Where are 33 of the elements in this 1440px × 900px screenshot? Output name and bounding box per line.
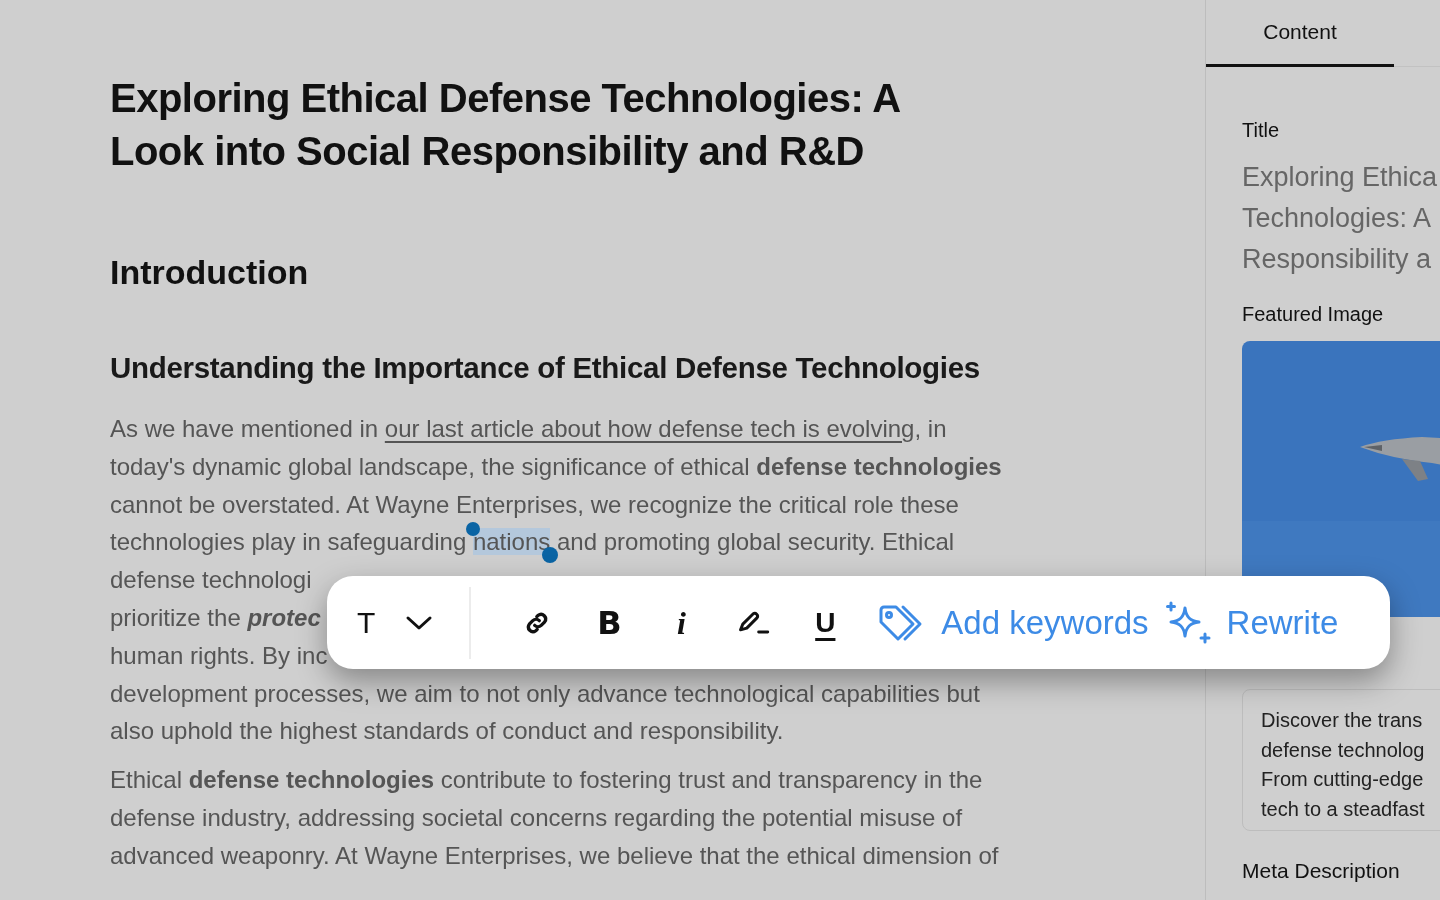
excerpt-line: defense technolog: [1261, 737, 1426, 763]
bold-button[interactable]: B: [589, 592, 630, 653]
paragraph-line: technologies play in safeguarding nations and promoting global security. Ethical: [110, 523, 955, 562]
title-value-line: Responsibility a: [1242, 243, 1433, 276]
paragraph-line: also uphold the highest standards of conduct and responsibility.: [110, 716, 784, 747]
field-label: Meta Description: [1242, 858, 1401, 884]
paragraph-line: cannot be overstated. At Wayne Enterprises, we recognize the critical role these: [110, 489, 959, 520]
sparkles-icon: [1164, 599, 1213, 646]
paragraph-line: advanced weaponry. At Wayne Enterprises, we believe that the ethical dimension of: [110, 840, 999, 871]
paragraph-line: defense industry, addressing societal concerns regarding the potential misuse of: [110, 802, 963, 833]
paragraph-line: development processes, we aim to not only advance technological capabilities but: [110, 678, 980, 709]
paragraph-line: Ethical defense technologies contribute to fostering trust and transparency in the: [110, 765, 983, 796]
title-value-line: Technologies: A: [1242, 202, 1433, 235]
title-value-line: Exploring Ethica: [1242, 161, 1439, 194]
text-style-dropdown[interactable]: T: [355, 592, 436, 653]
paragraph-line: As we have mentioned in our last article about how defense tech is evolving, in: [110, 414, 947, 444]
underline-button[interactable]: U: [805, 592, 846, 653]
chevron-down-icon: [405, 614, 434, 631]
link[interactable]: our last article about how defense tech is evolving: [384, 415, 915, 442]
subsection-heading: Understanding the Importance of Ethical Defense Technologies: [110, 350, 980, 386]
paragraph-line: human rights. By inc: [110, 640, 328, 671]
paragraph-line: today's dynamic global landscape, the significance of ethical defense technologies: [110, 451, 1002, 482]
field-label: Title: [1242, 118, 1281, 143]
section-heading: Introduction: [110, 252, 309, 293]
italic-button[interactable]: i: [661, 592, 702, 653]
tab[interactable]: Content: [1206, 0, 1394, 67]
excerpt-line: tech to a steadfast: [1261, 796, 1426, 822]
excerpt-line: From cutting-edge: [1261, 767, 1425, 792]
article-title: Exploring Ethical Defense Technologies: A Look into Social Responsibility and R&D: [110, 75, 901, 175]
paragraph-line: defense technologi: [110, 565, 312, 596]
excerpt-line: Discover the trans: [1261, 708, 1424, 733]
field-label: Featured Image: [1242, 302, 1385, 327]
paragraph-line: prioritize the protec: [110, 603, 321, 633]
